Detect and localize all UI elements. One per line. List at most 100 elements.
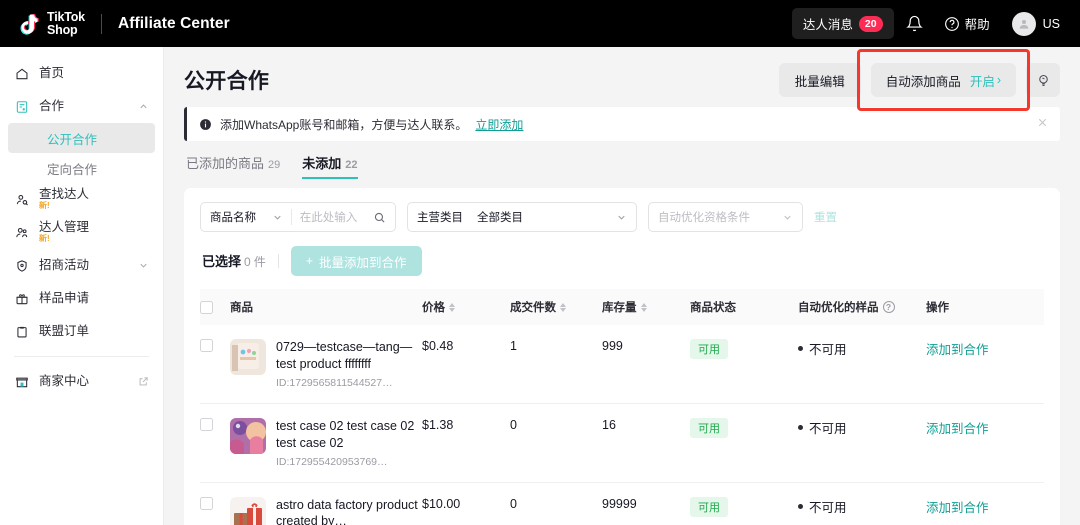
row-checkbox[interactable] (200, 339, 213, 352)
table-row[interactable]: astro data factory product created by… I… (200, 482, 1044, 525)
table-row[interactable]: test case 02 test case 02 test case 02 I… (200, 403, 1044, 483)
tab-added-products[interactable]: 已添加的商品 29 (186, 153, 280, 179)
selection-summary: 已选择 0 件 (202, 251, 266, 271)
batch-add-to-collaboration-button[interactable]: + 批量添加到合作 (290, 246, 422, 276)
th-label: 商品 (230, 302, 253, 314)
row-price: $10.00 (422, 482, 510, 525)
sidebar-item-seller-center[interactable]: 商家中心 (0, 365, 163, 398)
sidebar: 首页 合作 公开合作 定向合作 查找达人 新! 达人管理 新! 招商活动 样品申… (0, 47, 164, 525)
reset-filters-button[interactable]: 重置 (814, 209, 837, 225)
selection-divider (277, 254, 279, 268)
sample-status: 不可用 (809, 421, 847, 436)
auto-add-products-label: 自动添加商品 (885, 74, 961, 89)
sort-icon[interactable] (560, 302, 566, 312)
chevron-right-icon: › (996, 73, 1001, 87)
auto-add-products-state[interactable]: 开启 › (970, 71, 1001, 90)
th-label: 操作 (926, 302, 949, 314)
question-circle-icon[interactable]: ? (882, 301, 895, 313)
sidebar-item-label: 达人管理 (39, 220, 90, 235)
product-image-icon (230, 417, 266, 454)
brand-logo[interactable]: TikTok Shop (14, 11, 85, 37)
sidebar-subitem-open-collaboration[interactable]: 公开合作 (8, 123, 155, 153)
sample-status: 不可用 (809, 343, 847, 357)
add-to-collaboration-link[interactable]: 添加到合作 (926, 343, 989, 357)
tab-label: 已添加的商品 (186, 156, 265, 171)
sidebar-item-home[interactable]: 首页 (0, 57, 163, 90)
select-all-checkbox[interactable] (200, 300, 213, 314)
row-product-cell: test case 02 test case 02 test case 02 I… (230, 403, 422, 483)
sample-status: 不可用 (809, 500, 847, 515)
sidebar-item-creator-management[interactable]: 达人管理 新! (0, 216, 163, 249)
row-sample-cell: 不可用 (798, 482, 926, 525)
row-select-cell (200, 482, 230, 525)
row-checkbox[interactable] (200, 496, 213, 510)
sidebar-subitem-label: 公开合作 (47, 132, 98, 147)
row-action-cell: 添加到合作 (926, 325, 1044, 404)
tips-button[interactable] (1026, 63, 1060, 97)
th-units-sold[interactable]: 成交件数 (510, 289, 602, 325)
th-price[interactable]: 价格 (422, 289, 510, 325)
auto-optimization-qualification-filter[interactable]: 自动优化资格条件 (648, 202, 803, 232)
sidebar-item-sample-requests[interactable]: 样品申请 (0, 282, 163, 315)
product-thumbnail (230, 417, 266, 454)
status-dot-icon (798, 346, 803, 351)
handshake-icon (14, 99, 29, 114)
brand-line-2: Shop (47, 22, 78, 37)
status-badge: 可用 (690, 339, 728, 359)
product-thumbnail (230, 339, 266, 375)
row-sample-cell: 不可用 (798, 403, 926, 483)
tab-not-added[interactable]: 未添加 22 (302, 153, 358, 179)
add-to-collaboration-link[interactable]: 添加到合作 (926, 501, 989, 515)
product-name: 0729—testcase—tang—test product ffffffff (276, 340, 413, 371)
banner-close-button[interactable] (1037, 117, 1048, 131)
product-name: test case 02 test case 02 test case 02 (276, 418, 415, 450)
product-name: astro data factory product created by… (276, 497, 418, 525)
page-header-actions: 批量编辑 自动添加商品 开启 › (778, 49, 1060, 111)
table-row[interactable]: 0729—testcase—tang—test product ffffffff… (200, 325, 1044, 404)
banner-action-link[interactable]: 立即添加 (475, 116, 523, 133)
selection-unit: 件 (253, 255, 266, 269)
tab-count: 22 (345, 159, 358, 171)
whatsapp-banner: 添加WhatsApp账号和邮箱，方便与达人联系。 立即添加 (184, 107, 1060, 141)
row-stock: 99999 (602, 482, 690, 525)
sidebar-item-find-creators[interactable]: 查找达人 新! (0, 183, 163, 216)
lightbulb-icon (1038, 74, 1048, 86)
product-name-search-input[interactable]: 在此处输入 (300, 209, 358, 225)
search-icon[interactable] (373, 211, 386, 224)
product-name-filter[interactable]: 商品名称 在此处输入 (200, 202, 396, 232)
row-status-cell: 可用 (690, 325, 798, 404)
auto-add-products-button[interactable]: 自动添加商品 开启 › (870, 63, 1016, 97)
batch-edit-button[interactable]: 批量编辑 (778, 63, 861, 97)
filter-bar: 商品名称 在此处输入 主营类目 全部类目 自动优化资格条件 重置 (200, 202, 1044, 232)
page-header: 公开合作 批量编辑 自动添加商品 开启 › (184, 47, 1060, 111)
sidebar-item-affiliate-orders[interactable]: 联盟订单 (0, 315, 163, 348)
sidebar-item-label: 联盟订单 (39, 323, 90, 338)
creator-messages-count: 20 (858, 15, 883, 32)
th-label: 成交件数 (510, 302, 556, 314)
main-category-filter[interactable]: 主营类目 全部类目 (407, 202, 637, 232)
th-label: 商品状态 (690, 302, 736, 314)
th-stock[interactable]: 库存量 (602, 289, 690, 325)
add-to-collaboration-link[interactable]: 添加到合作 (926, 422, 989, 436)
filter-divider (290, 209, 292, 225)
question-circle-icon (944, 16, 959, 31)
app-root: TikTok Shop Affiliate Center 达人消息 20 帮助 … (0, 0, 1080, 525)
creator-messages-button[interactable]: 达人消息 20 (791, 8, 894, 39)
row-checkbox[interactable] (200, 417, 213, 431)
page-title: 公开合作 (184, 70, 270, 93)
sidebar-item-label: 招商活动 (39, 257, 90, 272)
chevron-up-icon (140, 104, 147, 109)
row-product-cell: astro data factory product created by… I… (230, 482, 422, 525)
tab-label: 未添加 (302, 156, 342, 171)
sidebar-item-collaboration[interactable]: 合作 (0, 90, 163, 123)
sort-icon[interactable] (449, 302, 455, 312)
top-bar: TikTok Shop Affiliate Center 达人消息 20 帮助 … (0, 0, 1080, 47)
sidebar-subitem-targeted-collaboration[interactable]: 定向合作 (8, 153, 155, 183)
user-menu[interactable]: US (1006, 8, 1066, 40)
sort-icon[interactable] (640, 302, 647, 312)
sidebar-item-campaigns[interactable]: 招商活动 (0, 249, 163, 282)
brand-line-1: TikTok (47, 10, 85, 24)
notifications-button[interactable] (898, 7, 932, 41)
store-icon (14, 374, 29, 389)
help-button[interactable]: 帮助 (936, 9, 998, 38)
